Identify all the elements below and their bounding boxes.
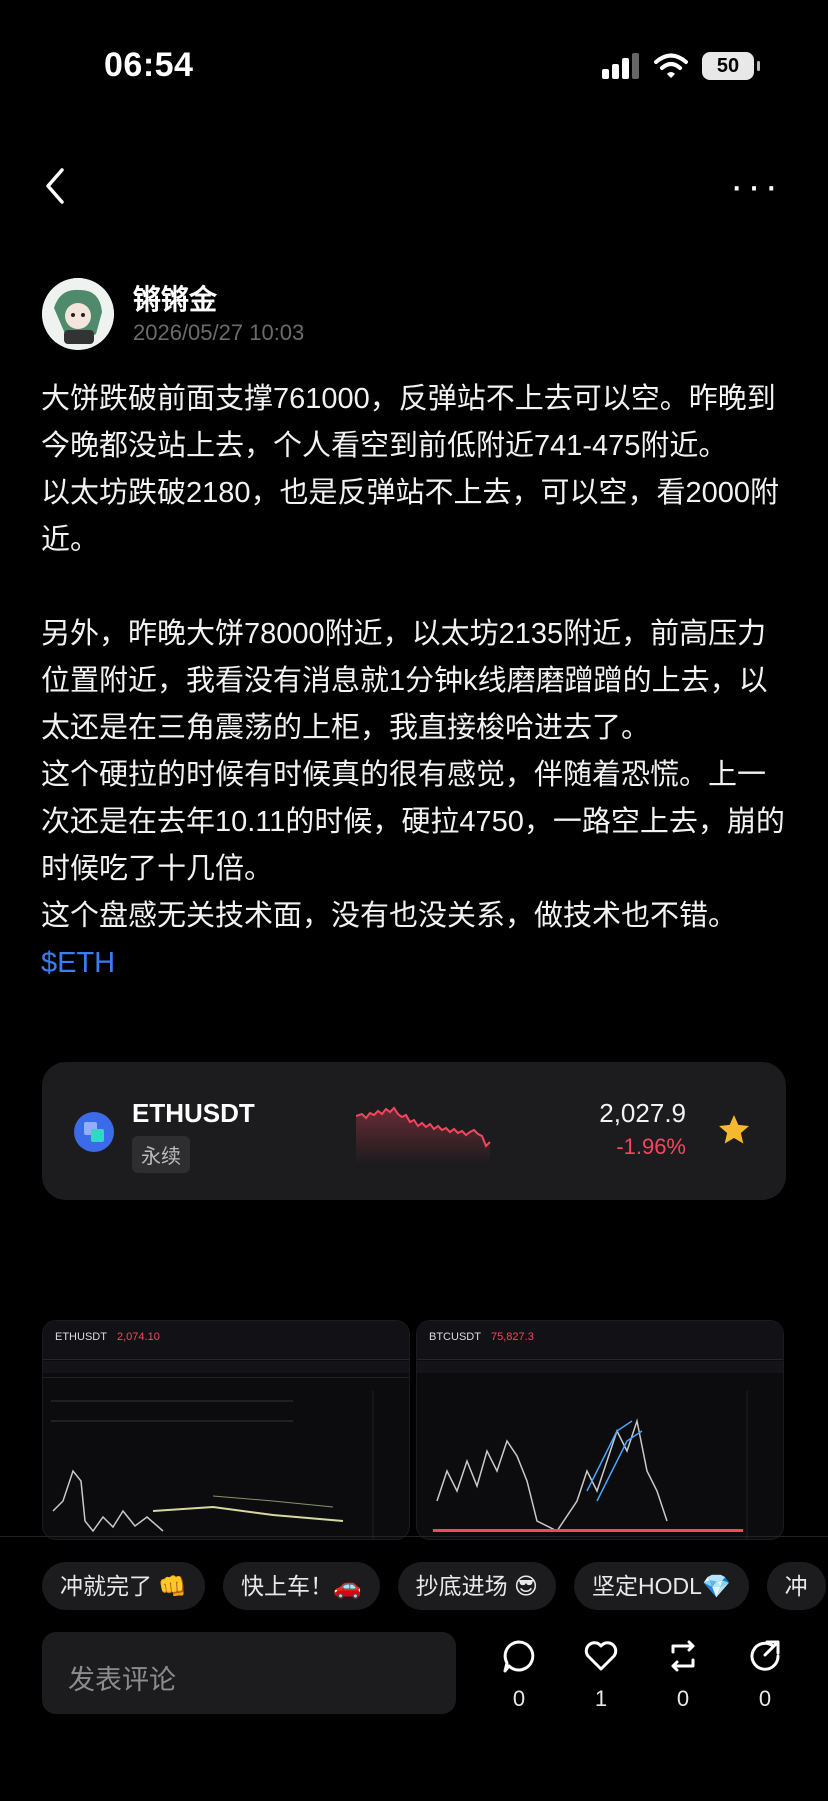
divider xyxy=(0,1536,828,1537)
price-sparkline xyxy=(356,1106,491,1164)
post-content: 大饼跌破前面支撑761000，反弹站不上去可以空。昨晚到今晚都没站上去，个人看空… xyxy=(41,376,791,987)
quick-reply-chip[interactable]: 冲 xyxy=(766,1562,826,1610)
post-paragraph: 以太坊跌破2180，也是反弹站不上去，可以空，看2000附近。 xyxy=(41,477,780,556)
comment-action[interactable]: 0 xyxy=(497,1638,541,1712)
chart-screenshot[interactable]: BTCUSDT 75,827.3 xyxy=(416,1320,784,1540)
post-paragraph: 这个盘感无关技术面，没有也没关系，做技术也不错。 xyxy=(41,900,738,932)
back-icon[interactable] xyxy=(40,166,70,206)
like-count: 1 xyxy=(594,1686,608,1711)
avatar[interactable] xyxy=(42,278,114,350)
quick-reply-chip[interactable]: 快上车！🚗 xyxy=(223,1562,380,1610)
ticker-change: -1.96% xyxy=(616,1134,686,1159)
quick-reply-bar: 冲就完了 👊 快上车！🚗 抄底进场 😎 坚定HODL💎 冲 xyxy=(42,1562,826,1610)
comment-input[interactable]: 发表评论 xyxy=(42,1632,456,1714)
repost-count: 0 xyxy=(676,1686,690,1711)
post-paragraph: 这个硬拉的时候有时候真的很有感觉，伴随着恐慌。上一次还是在去年10.11的时候，… xyxy=(41,759,785,885)
quick-reply-chip[interactable]: 冲就完了 👊 xyxy=(42,1562,206,1610)
chart-screenshot[interactable]: ETHUSDT 2,074.10 xyxy=(42,1320,410,1540)
ticker-card[interactable]: ETHUSDT 永续 2,027.9 -1.96% xyxy=(42,1062,786,1200)
favorite-star-icon[interactable] xyxy=(716,1112,752,1148)
quick-reply-chip[interactable]: 坚定HODL💎 xyxy=(574,1562,749,1610)
chart-thumbnail-graphic xyxy=(43,1361,409,1539)
author-name[interactable]: 锵锵金 xyxy=(133,278,217,318)
battery-indicator: 50 xyxy=(702,52,760,80)
wifi-icon xyxy=(654,53,688,78)
avatar-image-icon xyxy=(42,278,114,350)
hashtag-link[interactable]: $ETH xyxy=(41,947,115,979)
share-action[interactable]: 0 xyxy=(743,1638,787,1712)
share-icon xyxy=(750,1640,780,1671)
ticker-price: 2,027.9 xyxy=(599,1098,686,1128)
post-timestamp: 2026/05/27 10:03 xyxy=(133,320,305,345)
post-paragraph: 大饼跌破前面支撑761000，反弹站不上去可以空。昨晚到今晚都没站上去，个人看空… xyxy=(41,383,776,462)
comment-icon xyxy=(503,1640,535,1673)
status-time: 06:54 xyxy=(104,46,194,84)
ticker-symbol: ETHUSDT xyxy=(132,1098,255,1128)
heart-icon xyxy=(584,1641,618,1671)
repost-action[interactable]: 0 xyxy=(661,1638,705,1712)
comment-count: 0 xyxy=(512,1686,526,1711)
status-icons: 50 xyxy=(602,52,760,80)
eth-coin-icon xyxy=(74,1112,114,1152)
chart-thumbnail-graphic xyxy=(417,1361,783,1539)
quick-reply-chip[interactable]: 抄底进场 😎 xyxy=(397,1562,557,1610)
signal-icon xyxy=(602,53,639,79)
repost-icon xyxy=(671,1640,695,1672)
contract-type-badge: 永续 xyxy=(132,1136,190,1173)
more-options-icon[interactable]: ··· xyxy=(730,166,782,206)
share-count: 0 xyxy=(758,1686,772,1711)
post-paragraph: 另外，昨晚大饼78000附近，以太坊2135附近，前高压力位置附近，我看没有消息… xyxy=(41,618,768,744)
like-action[interactable]: 1 xyxy=(579,1638,623,1712)
comment-placeholder: 发表评论 xyxy=(68,1665,176,1695)
